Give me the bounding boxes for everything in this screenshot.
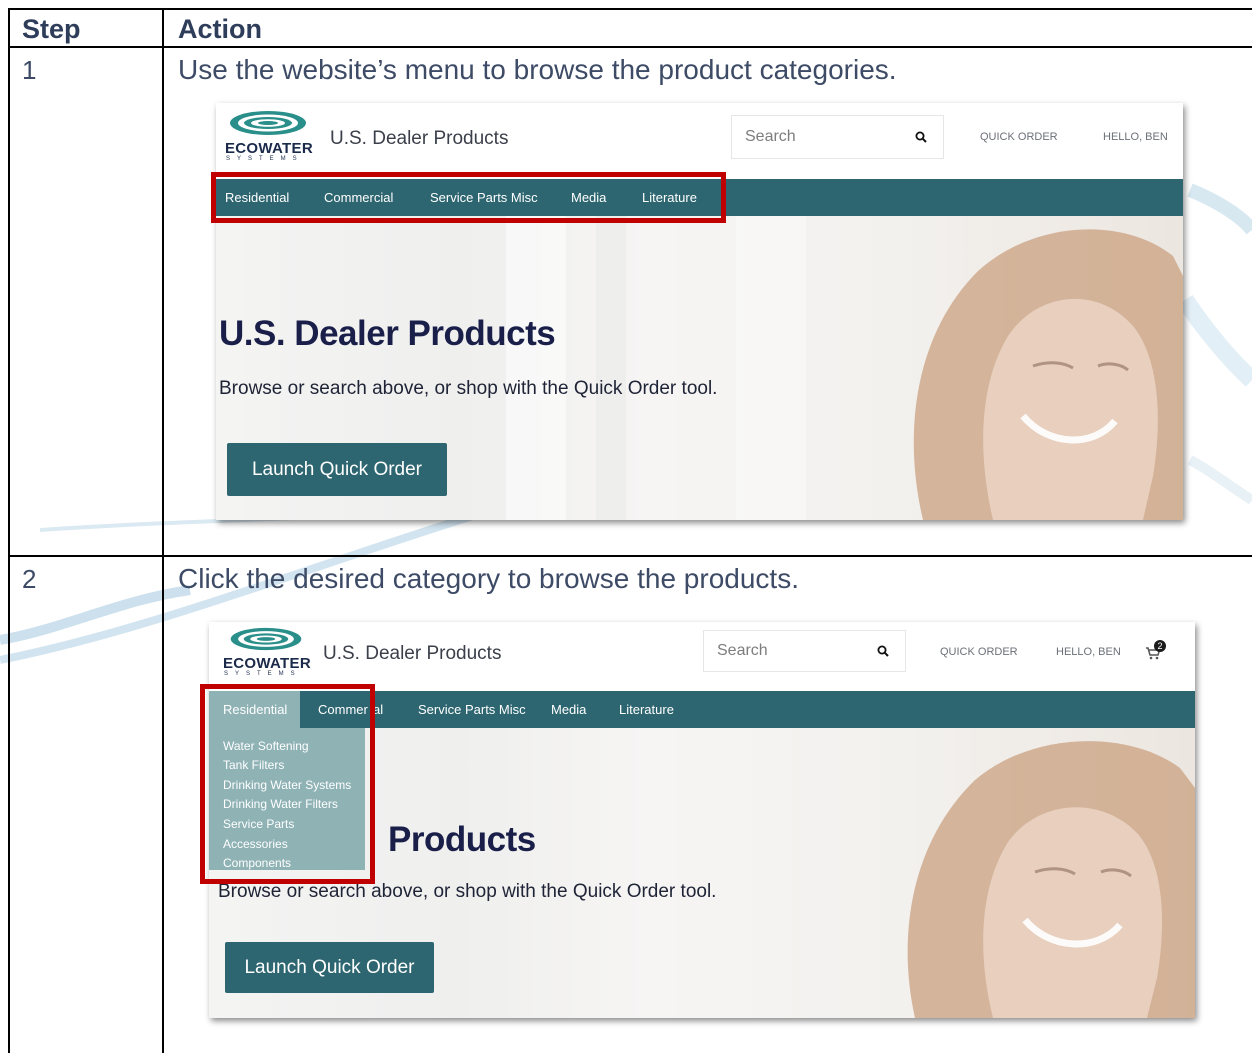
hero-woman-photo (907, 741, 1195, 1018)
header-action: Action (178, 14, 262, 44)
table-row-divider (8, 555, 1252, 557)
logo-subtitle: SYSTEMS (226, 156, 304, 162)
search-input[interactable]: Search (703, 630, 906, 672)
launch-quick-order-button[interactable]: Launch Quick Order (227, 443, 447, 496)
table-column-divider (162, 8, 164, 1053)
site-header: ECOWATER SYSTEMS U.S. Dealer Products Se… (216, 103, 1183, 179)
website-screenshot-step1: ECOWATER SYSTEMS U.S. Dealer Products Se… (216, 103, 1183, 520)
cart-count-badge: 2 (1154, 640, 1166, 652)
search-icon[interactable] (877, 645, 889, 657)
step-action-text: Click the desired category to browse the… (178, 563, 799, 594)
table-border-left (8, 8, 10, 1053)
table-row-divider (8, 46, 1252, 48)
site-title[interactable]: U.S. Dealer Products (330, 128, 508, 150)
step-number: 2 (22, 564, 37, 594)
hero-subtitle: Browse or search above, or shop with the… (219, 378, 718, 399)
header-step: Step (22, 14, 81, 44)
hero-woman-photo (913, 229, 1183, 520)
hero-title-partial: Products (388, 820, 536, 859)
search-placeholder: Search (745, 128, 796, 145)
logo-wordmark: ECOWATER (223, 655, 311, 672)
user-greeting-link[interactable]: HELLO, BEN (1056, 646, 1121, 658)
ecowater-logo-icon (230, 111, 306, 135)
step-action-text: Use the website’s menu to browse the pro… (178, 54, 897, 85)
hero-title: U.S. Dealer Products (219, 314, 556, 353)
quick-order-link[interactable]: QUICK ORDER (940, 646, 1018, 658)
search-icon[interactable] (915, 131, 927, 143)
highlight-nav-menu (211, 172, 726, 223)
hero-banner: U.S. Dealer Products Browse or search ab… (216, 216, 1183, 520)
nav-literature[interactable]: Literature (619, 702, 674, 717)
nav-service-parts-misc[interactable]: Service Parts Misc (418, 702, 526, 717)
highlight-residential-menu (200, 684, 375, 884)
user-greeting-link[interactable]: HELLO, BEN (1103, 131, 1168, 143)
launch-quick-order-button[interactable]: Launch Quick Order (225, 942, 434, 993)
quick-order-link[interactable]: QUICK ORDER (980, 131, 1058, 143)
ecowater-logo-icon (230, 627, 302, 651)
nav-media[interactable]: Media (551, 702, 586, 717)
logo-subtitle: SYSTEMS (224, 671, 302, 677)
step-number: 1 (22, 55, 37, 85)
site-title[interactable]: U.S. Dealer Products (323, 643, 501, 665)
hero-subtitle: Browse or search above, or shop with the… (218, 881, 717, 902)
search-input[interactable]: Search (731, 115, 944, 159)
search-placeholder: Search (717, 642, 768, 659)
logo-wordmark: ECOWATER (225, 140, 313, 157)
table-border-top (8, 8, 1252, 10)
site-header: ECOWATER SYSTEMS U.S. Dealer Products Se… (209, 622, 1195, 691)
